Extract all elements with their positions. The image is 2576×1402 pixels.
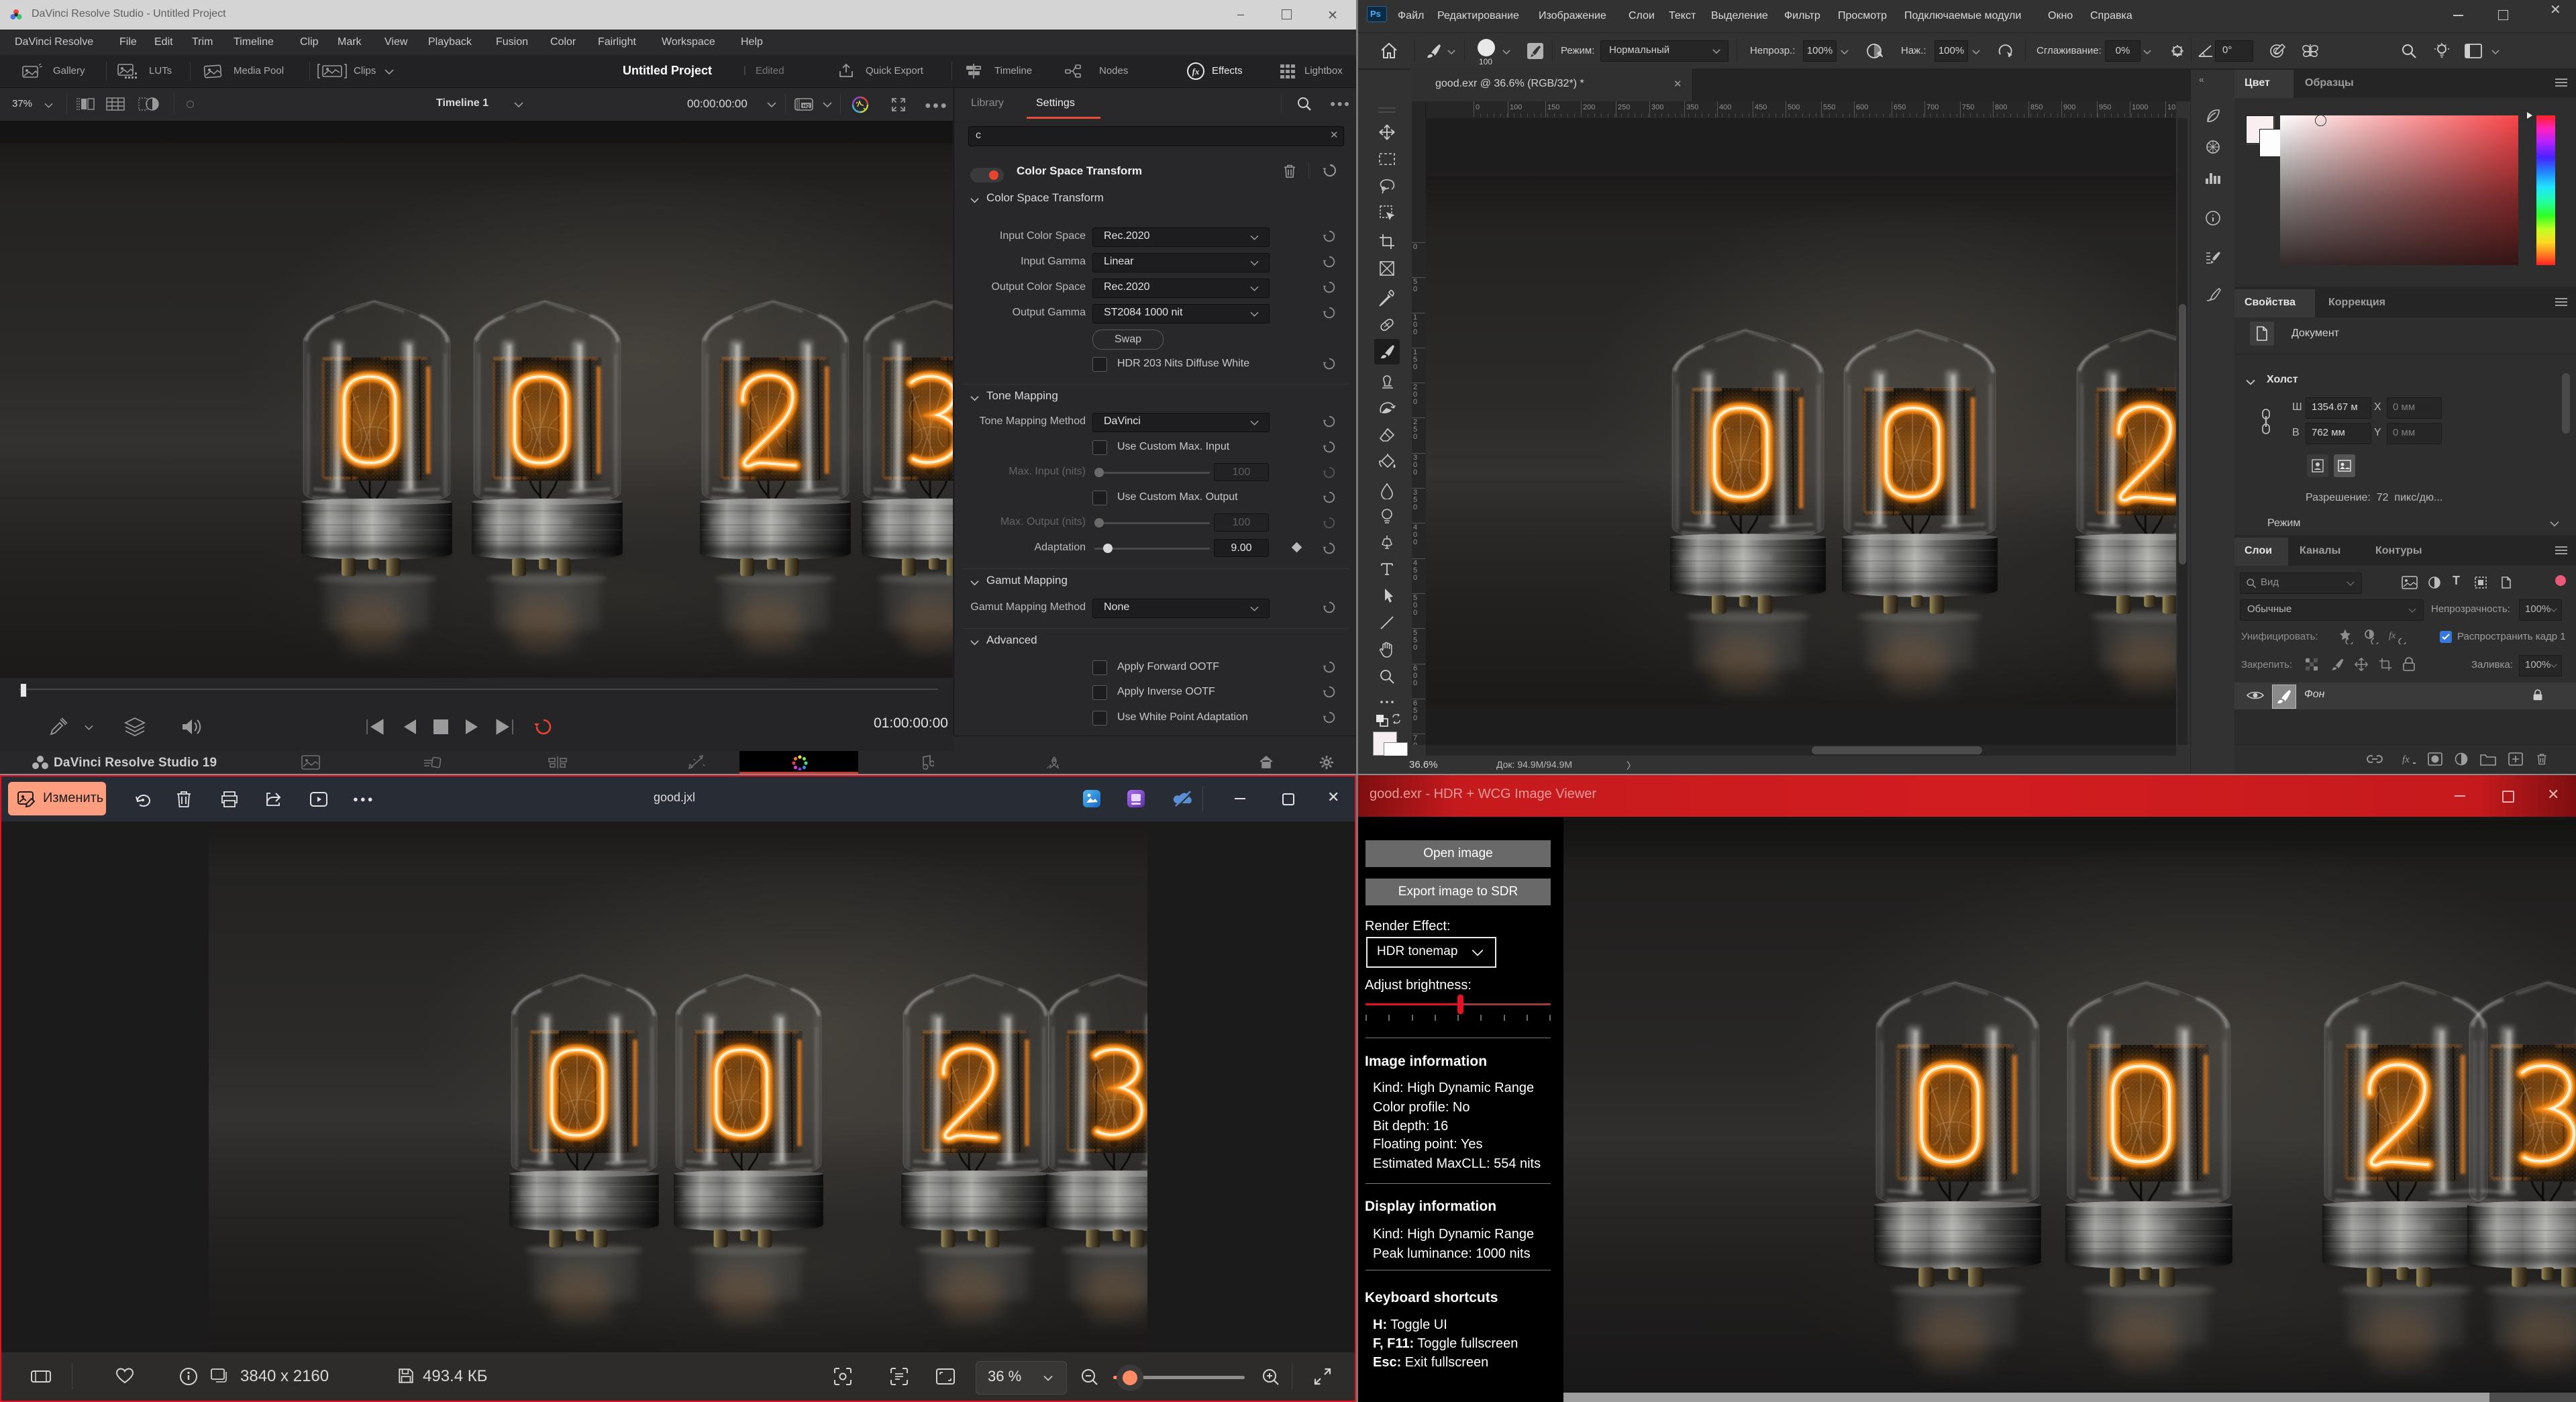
svg-text:fx: fx	[2402, 754, 2410, 765]
svg-text:HQ: HQ	[803, 104, 810, 109]
svg-text:fx: fx	[2389, 631, 2396, 641]
svg-text:fx: fx	[1192, 66, 1200, 77]
